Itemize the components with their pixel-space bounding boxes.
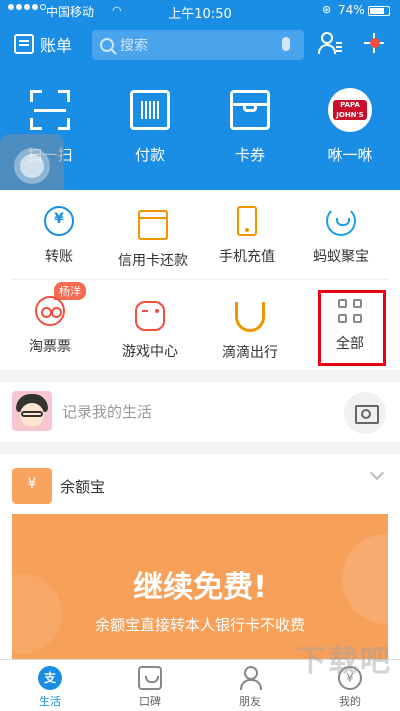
transfer-icon [44, 206, 74, 236]
phone-icon [237, 206, 257, 236]
bill-icon [14, 34, 34, 54]
service-label: 信用卡还款 [118, 253, 188, 269]
highlight-box [318, 290, 386, 366]
life-post-bar[interactable]: 记录我的生活 [0, 382, 400, 442]
service-label: 手机充值 [219, 249, 275, 265]
camera-icon[interactable] [344, 392, 386, 434]
bill-label: 账单 [40, 36, 73, 55]
scan-icon [30, 90, 70, 130]
yuebao-title: 余额宝 [60, 478, 106, 496]
quick-action-cards[interactable]: 卡券 [200, 90, 300, 180]
card-icon [230, 90, 270, 130]
quick-action-label: 付款 [134, 146, 165, 164]
tab-koubei[interactable]: 口碑 [100, 660, 200, 711]
banner-title: 继续免费! [133, 570, 267, 605]
banner-subtitle: 余额宝直接转本人银行卡不收费 [94, 616, 305, 634]
service-label: 滴滴出行 [222, 345, 278, 361]
yuebao-card: 余额宝 继续免费! 余额宝直接转本人银行卡不收费 [0, 454, 400, 659]
rotation-lock-icon: ⊛ [322, 3, 332, 16]
credit-card-icon [138, 210, 168, 240]
fund-icon [326, 206, 356, 236]
service-tickets[interactable]: 杨洋 淘票票 [0, 280, 100, 370]
service-label: 蚂蚁聚宝 [313, 249, 369, 265]
notification-dot [370, 38, 380, 48]
service-row: 转账 信用卡还款 手机充值 蚂蚁聚宝 [12, 190, 388, 280]
watermark: 下载吧 [296, 644, 392, 679]
quick-action-pay[interactable]: 付款 [100, 90, 200, 180]
tab-life[interactable]: 支 生活 [0, 660, 100, 711]
money-bag-icon [12, 468, 52, 504]
service-label: 转账 [45, 249, 73, 265]
barcode-icon [130, 90, 170, 130]
quick-action-label: 卡券 [234, 146, 265, 164]
battery-icon [368, 6, 390, 16]
bill-button[interactable]: 账单 [14, 32, 72, 56]
life-prompt[interactable]: 记录我的生活 [62, 401, 152, 422]
assistive-touch-button[interactable] [0, 134, 64, 198]
tab-label: 口碑 [139, 695, 161, 708]
quick-action-xiu[interactable]: PAPA JOHN'S 咻一咻 [300, 88, 400, 180]
service-games[interactable]: 游戏中心 [100, 280, 200, 370]
avatar[interactable] [12, 391, 52, 431]
koubei-icon [138, 666, 162, 690]
promo-badge: 杨洋 [54, 282, 86, 300]
pizza-logo-icon: PAPA JOHN'S [328, 88, 372, 132]
tab-friends[interactable]: 朋友 [200, 660, 300, 711]
quick-action-label: 咻一咻 [327, 146, 373, 164]
tab-label: 生活 [39, 695, 61, 708]
service-credit-card[interactable]: 信用卡还款 [106, 190, 200, 279]
chevron-down-icon[interactable] [369, 465, 385, 481]
ticket-icon [35, 296, 65, 326]
microphone-icon[interactable] [282, 37, 290, 51]
service-label: 淘票票 [29, 339, 71, 355]
service-didi[interactable]: 滴滴出行 [200, 280, 300, 370]
life-icon: 支 [38, 666, 62, 690]
status-bar: 中国移动 ◠ 上午10:50 ⊛ 74% [0, 0, 400, 22]
contacts-icon[interactable] [318, 32, 342, 56]
service-grid: 转账 信用卡还款 手机充值 蚂蚁聚宝 杨洋 淘票票 游戏中心 滴滴出行 [0, 190, 400, 370]
search-icon [100, 38, 114, 52]
friends-icon [238, 666, 262, 690]
search-placeholder: 搜索 [120, 38, 148, 54]
pizza-logo-text: PAPA JOHN'S [333, 100, 367, 120]
service-transfer[interactable]: 转账 [12, 190, 106, 279]
service-fund[interactable]: 蚂蚁聚宝 [294, 190, 388, 279]
service-phone-topup[interactable]: 手机充值 [200, 190, 294, 279]
gamepad-icon [135, 301, 165, 331]
tab-label: 我的 [339, 695, 361, 708]
top-bar: 账单 搜索 [0, 26, 400, 66]
battery-percent: 74% [338, 3, 365, 17]
service-label: 游戏中心 [122, 344, 178, 360]
didi-icon [235, 302, 265, 332]
search-input[interactable]: 搜索 [92, 30, 304, 60]
tab-label: 朋友 [239, 695, 261, 708]
